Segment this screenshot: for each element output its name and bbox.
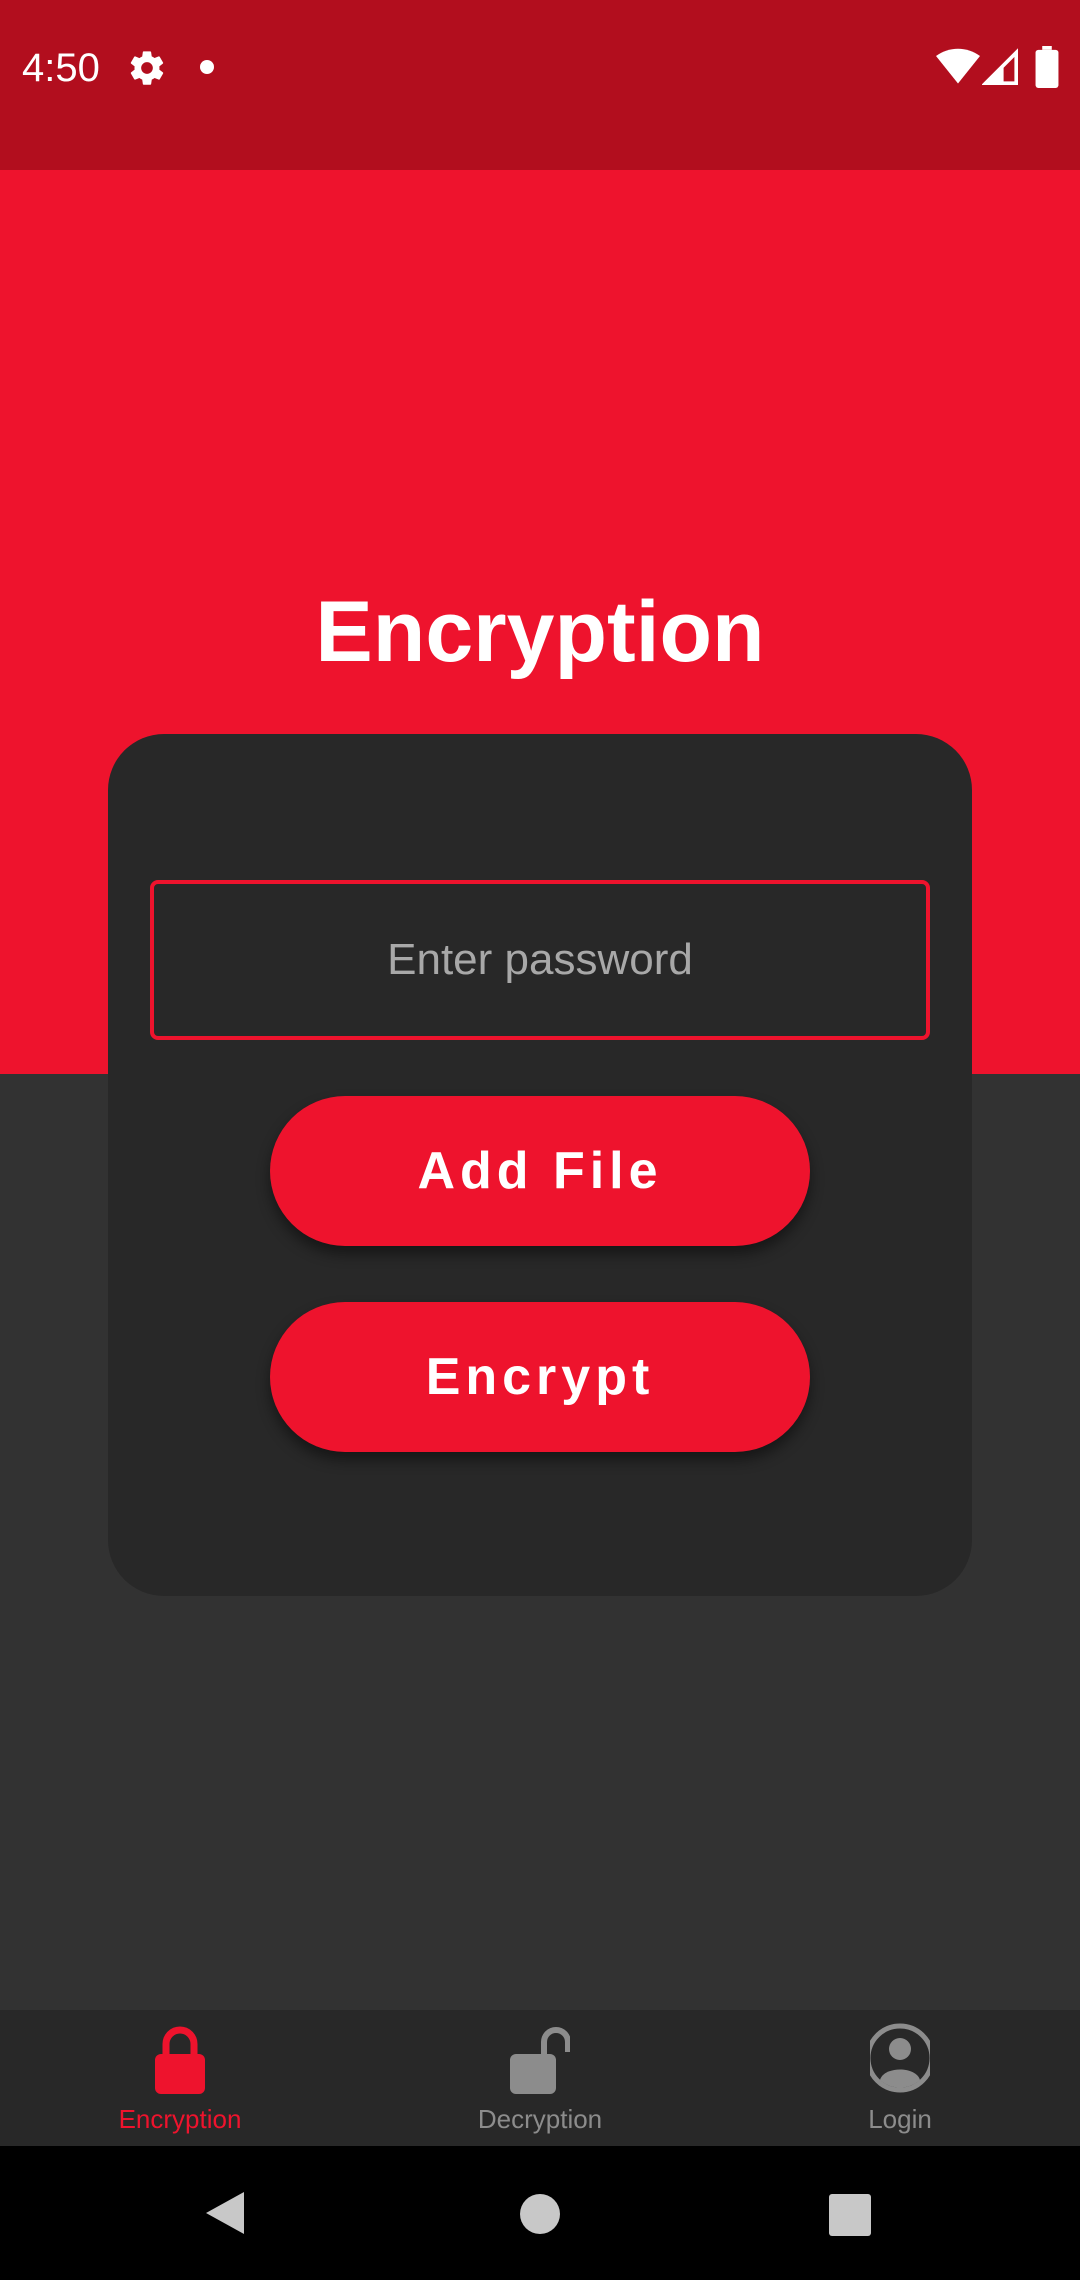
lock-icon (155, 2026, 205, 2094)
nav-item-decryption[interactable]: Decryption (360, 2010, 720, 2146)
screen: 4:50 Encryption Add File Encrypt Encrypt… (0, 0, 1080, 2280)
unlock-icon (510, 2027, 570, 2094)
notification-dot-icon (200, 60, 214, 74)
wifi-icon (936, 48, 980, 84)
gear-icon (130, 51, 164, 85)
signal-icon (982, 48, 1018, 85)
status-bar: 4:50 (0, 0, 1080, 170)
nav-label-login: Login (868, 2104, 932, 2134)
nav-label-decryption: Decryption (477, 2104, 603, 2134)
nav-item-encryption[interactable]: Encryption (0, 2010, 360, 2146)
nav-label-encryption: Encryption (118, 2104, 242, 2134)
page-title: Encryption (315, 584, 765, 680)
recents-icon[interactable] (829, 2194, 871, 2236)
password-input[interactable] (150, 880, 930, 1040)
battery-icon (1035, 46, 1059, 88)
add-file-button[interactable]: Add File (270, 1096, 810, 1246)
home-icon[interactable] (520, 2194, 560, 2234)
bottom-navigation: Encryption Decryption Login (0, 2010, 1080, 2146)
back-icon[interactable] (204, 2190, 246, 2236)
encrypt-button[interactable]: Encrypt (270, 1302, 810, 1452)
system-navigation-bar (0, 2146, 1080, 2280)
account-icon (870, 2023, 930, 2093)
nav-item-login[interactable]: Login (720, 2010, 1080, 2146)
status-time: 4:50 (22, 46, 100, 90)
